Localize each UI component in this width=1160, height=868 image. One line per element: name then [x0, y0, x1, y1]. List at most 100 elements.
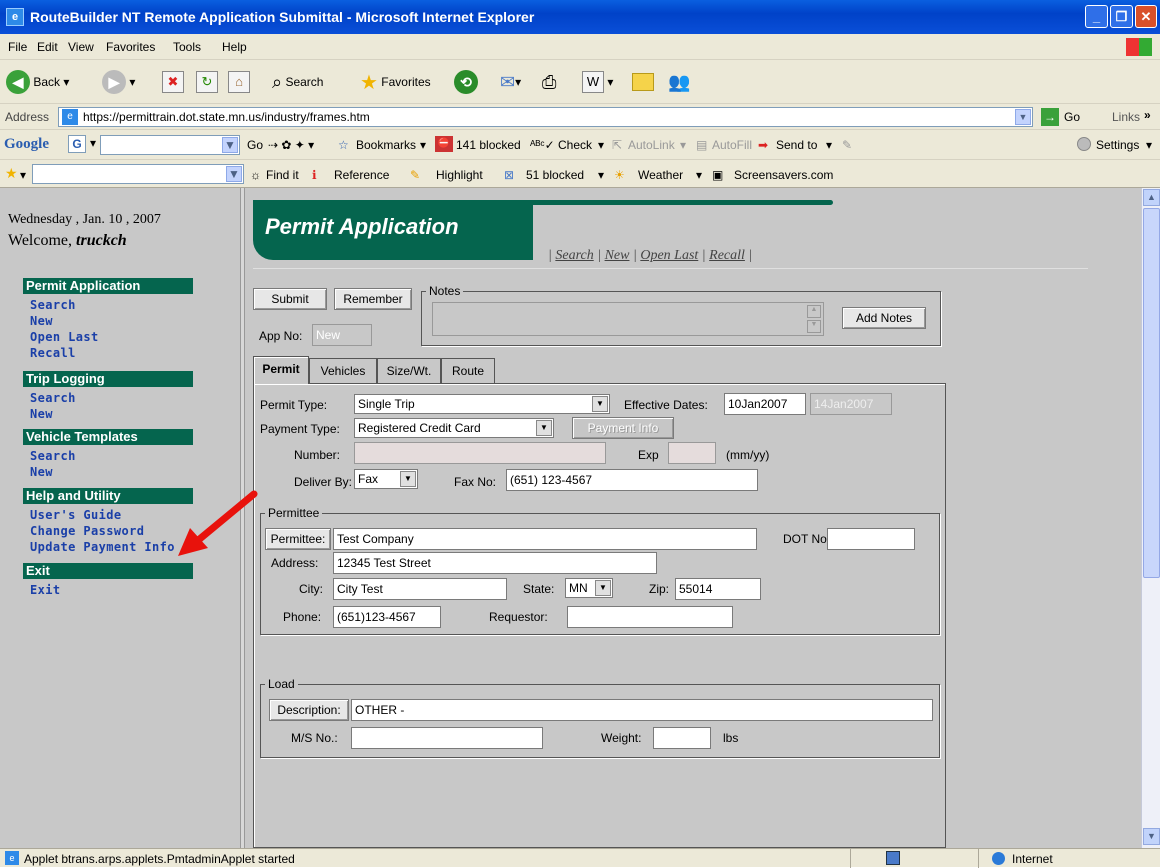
- menu-edit[interactable]: Edit: [37, 40, 58, 54]
- google-g-icon[interactable]: G: [68, 135, 86, 153]
- links-search-input[interactable]: ▼: [32, 164, 244, 184]
- send-to-dropdown-icon[interactable]: ▾: [826, 138, 832, 152]
- permittee-button[interactable]: Permittee:: [265, 528, 331, 550]
- notes-textarea[interactable]: ▲ ▼: [432, 302, 824, 336]
- autolink-dropdown-icon[interactable]: ▾: [680, 138, 686, 152]
- edit-button[interactable]: W ▾: [582, 68, 613, 96]
- bookmarks-dropdown-icon[interactable]: ▾: [420, 138, 426, 152]
- print-button[interactable]: ⎙: [542, 68, 556, 96]
- google-logo[interactable]: Google: [4, 136, 49, 153]
- minimize-button[interactable]: _: [1085, 5, 1108, 28]
- sidebar-link-permit-open-last[interactable]: Open Last: [30, 330, 99, 344]
- popups-blocked-count[interactable]: 141 blocked: [456, 138, 521, 152]
- weather-button[interactable]: Weather: [638, 168, 683, 182]
- bookmarks-button[interactable]: Bookmarks: [356, 138, 416, 152]
- zip-field[interactable]: 55014: [675, 578, 761, 600]
- permit-type-select[interactable]: Single Trip ▼: [354, 394, 610, 414]
- sidebar-link-exit[interactable]: Exit: [30, 583, 61, 597]
- ms-no-field[interactable]: [351, 727, 543, 749]
- sidebar-link-trip-new[interactable]: New: [30, 407, 53, 421]
- menu-file[interactable]: File: [8, 40, 27, 54]
- menu-tools[interactable]: Tools: [173, 40, 201, 54]
- sidebar-link-trip-search[interactable]: Search: [30, 391, 76, 405]
- fax-no-field[interactable]: (651) 123-4567: [506, 469, 758, 491]
- discuss-button[interactable]: [632, 68, 654, 96]
- weight-field[interactable]: [653, 727, 711, 749]
- search-button[interactable]: ⌕ Search: [272, 68, 323, 96]
- settings-button[interactable]: Settings: [1096, 138, 1139, 152]
- links-blocked-count[interactable]: 51 blocked: [526, 168, 584, 182]
- sidebar-link-permit-search[interactable]: Search: [30, 298, 76, 312]
- permittee-field[interactable]: Test Company: [333, 528, 757, 550]
- links-dropdown-icon[interactable]: ▼: [226, 166, 242, 182]
- google-dropdown-icon[interactable]: ▼: [222, 137, 238, 153]
- stop-button[interactable]: ✖: [162, 68, 184, 96]
- links-chevron-icon[interactable]: »: [1144, 108, 1151, 122]
- check-dropdown-icon[interactable]: ▾: [598, 138, 604, 152]
- sidebar-link-permit-recall[interactable]: Recall: [30, 346, 76, 360]
- send-to-button[interactable]: Send to: [776, 138, 817, 152]
- close-button[interactable]: ✕: [1135, 5, 1157, 28]
- remember-button[interactable]: Remember: [334, 288, 412, 310]
- refresh-button[interactable]: ↻: [196, 68, 218, 96]
- google-menu-icon[interactable]: ▾: [90, 136, 96, 150]
- sidebar-link-vehicle-new[interactable]: New: [30, 465, 53, 479]
- state-select[interactable]: MN ▼: [565, 578, 613, 598]
- findit-button[interactable]: Find it: [266, 168, 299, 182]
- check-button[interactable]: Check: [558, 138, 592, 152]
- go-button[interactable]: Go: [1064, 110, 1080, 124]
- screensavers-button[interactable]: Screensavers.com: [734, 168, 833, 182]
- mail-button[interactable]: ✉ ▾: [500, 68, 521, 96]
- scroll-up-icon[interactable]: ▲: [1143, 189, 1160, 206]
- sidebar-link-users-guide[interactable]: User's Guide: [30, 508, 122, 522]
- settings-dropdown-icon[interactable]: ▾: [1146, 138, 1152, 152]
- weather-dropdown-icon[interactable]: ▾: [696, 168, 702, 182]
- menu-help[interactable]: Help: [222, 40, 247, 54]
- submit-button[interactable]: Submit: [253, 288, 327, 310]
- tab-size-wt[interactable]: Size/Wt.: [377, 358, 441, 384]
- sidebar-link-vehicle-search[interactable]: Search: [30, 449, 76, 463]
- forward-button[interactable]: ▶ ▾: [102, 68, 135, 96]
- autolink-button[interactable]: AutoLink: [628, 138, 675, 152]
- notes-scroll-up-icon[interactable]: ▲: [807, 305, 821, 318]
- tab-permit[interactable]: Permit: [253, 356, 309, 384]
- address-input[interactable]: e https://permittrain.dot.state.mn.us/in…: [58, 107, 1033, 127]
- link-new[interactable]: New: [605, 248, 630, 263]
- favorites-button[interactable]: ★ Favorites: [360, 68, 431, 96]
- tab-vehicles[interactable]: Vehicles: [309, 358, 377, 384]
- phone-field[interactable]: (651)123-4567: [333, 606, 441, 628]
- links-button[interactable]: Links: [1112, 110, 1140, 124]
- address-dropdown-icon[interactable]: ▼: [1015, 109, 1031, 125]
- go-arrow-icon[interactable]: →: [1041, 108, 1059, 126]
- back-button[interactable]: ◀ Back ▾: [6, 68, 69, 96]
- add-notes-button[interactable]: Add Notes: [842, 307, 926, 329]
- scroll-thumb[interactable]: [1143, 208, 1160, 578]
- highlight-button[interactable]: Highlight: [436, 168, 483, 182]
- blocked-dropdown-icon[interactable]: ▾: [598, 168, 604, 182]
- city-field[interactable]: City Test: [333, 578, 507, 600]
- deliver-by-select[interactable]: Fax ▼: [354, 469, 418, 489]
- history-button[interactable]: ⟲: [454, 68, 478, 96]
- google-options-icon[interactable]: ⇢ ✿ ✦ ▾: [268, 138, 314, 152]
- vertical-scrollbar[interactable]: ▲ ▼: [1141, 188, 1160, 848]
- reference-button[interactable]: Reference: [334, 168, 389, 182]
- address-field[interactable]: 12345 Test Street: [333, 552, 657, 574]
- exp-field[interactable]: [668, 442, 716, 464]
- menu-favorites[interactable]: Favorites: [106, 40, 155, 54]
- link-search[interactable]: Search: [555, 248, 593, 263]
- notes-scroll-down-icon[interactable]: ▼: [807, 320, 821, 333]
- description-field[interactable]: OTHER -: [351, 699, 933, 721]
- favorites-dropdown-icon[interactable]: ▾: [20, 168, 26, 182]
- card-number-field[interactable]: [354, 442, 606, 464]
- google-go-button[interactable]: Go: [247, 138, 263, 152]
- home-button[interactable]: ⌂: [228, 68, 250, 96]
- app-no-field[interactable]: New: [312, 324, 372, 346]
- link-recall[interactable]: Recall: [709, 248, 745, 263]
- sidebar-link-update-payment-info[interactable]: Update Payment Info: [30, 540, 175, 554]
- autofill-button[interactable]: AutoFill: [712, 138, 752, 152]
- link-open-last[interactable]: Open Last: [640, 248, 698, 263]
- payment-type-select[interactable]: Registered Credit Card ▼: [354, 418, 554, 438]
- menu-view[interactable]: View: [68, 40, 94, 54]
- effective-start-field[interactable]: 10Jan2007: [724, 393, 806, 415]
- description-button[interactable]: Description:: [269, 699, 349, 721]
